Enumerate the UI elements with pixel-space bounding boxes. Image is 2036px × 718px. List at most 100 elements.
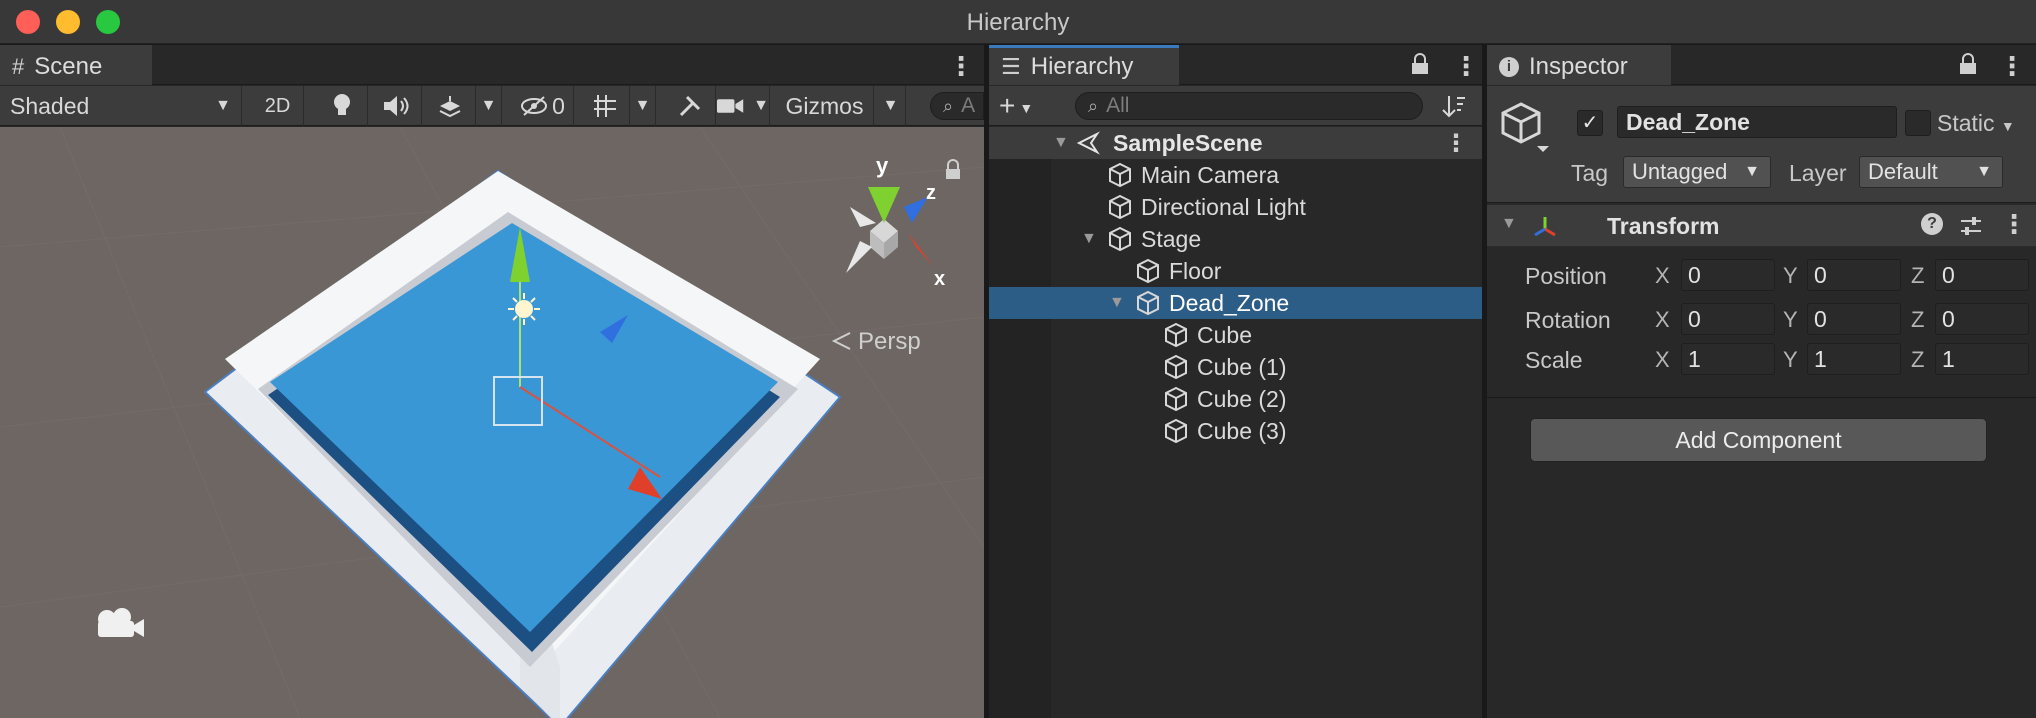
hidden-objects-toggle[interactable]: 0 <box>512 86 574 126</box>
effects-toggle-button[interactable] <box>424 86 476 126</box>
axis-x-label[interactable]: X <box>1655 347 1670 373</box>
expand-triangle-icon[interactable]: ▼ <box>1081 230 1097 248</box>
lock-icon[interactable] <box>1957 52 1979 76</box>
scene-more-menu-icon[interactable]: ⋮ <box>1444 129 1468 158</box>
gizmo-lock-icon[interactable] <box>946 159 960 179</box>
orient-x-cone-icon[interactable] <box>908 233 934 267</box>
inspector-panel: i Inspector ⋮ ✓ Dead_Zone Static ▼ Tag U… <box>1487 45 2036 718</box>
static-dropdown[interactable]: Static ▼ <box>1937 110 2015 137</box>
layers-icon <box>439 96 460 118</box>
field-value: 1 <box>1814 345 1827 372</box>
tag-dropdown[interactable]: Untagged ▼ <box>1623 156 1771 188</box>
axis-y-label[interactable]: Y <box>1783 307 1798 333</box>
hierarchy-more-menu-icon[interactable]: ⋮ <box>1453 51 1479 82</box>
camera-settings-button[interactable]: ▼ <box>716 86 770 126</box>
help-icon[interactable]: ? <box>1921 213 1943 235</box>
sort-order-icon[interactable] <box>1441 94 1467 120</box>
chevron-down-icon: ▼ <box>882 97 899 114</box>
shading-mode-dropdown[interactable]: Shaded ▼ <box>0 86 242 126</box>
scale-x-field[interactable]: 1 <box>1681 343 1775 375</box>
scene-row[interactable]: ▼ SampleScene ⋮ <box>989 127 1482 159</box>
collapse-triangle-icon[interactable]: ▼ <box>1501 215 1517 233</box>
axis-x-label[interactable]: X <box>1655 263 1670 289</box>
axis-y-label[interactable]: Y <box>1783 347 1798 373</box>
expand-triangle-icon[interactable]: ▼ <box>1053 134 1069 152</box>
transform-component-header[interactable]: ▼ Transform ? ⋮ <box>1487 205 2036 247</box>
scene-more-menu-icon[interactable]: ⋮ <box>948 51 974 82</box>
transform-property-label: Position <box>1525 263 1607 289</box>
gizmos-dropdown[interactable]: ▼ <box>876 86 906 126</box>
tab-scene[interactable]: # Scene <box>0 45 152 85</box>
scene-viewport[interactable]: y z x Persp <box>0 127 984 718</box>
component-more-menu-icon[interactable]: ⋮ <box>2001 209 2027 240</box>
hierarchy-item[interactable]: Main Camera <box>989 159 1482 191</box>
hierarchy-item[interactable]: ▼ Stage <box>989 223 1482 255</box>
layer-dropdown[interactable]: Default ▼ <box>1859 156 2003 188</box>
transform-property-label: Scale <box>1525 347 1583 373</box>
hierarchy-search-input[interactable]: ⌕ All <box>1075 92 1423 120</box>
chevron-down-icon: ▼ <box>753 97 769 114</box>
field-value: 0 <box>1942 261 1955 288</box>
position-z-field[interactable]: 0 <box>1935 259 2029 291</box>
hierarchy-item[interactable]: Floor <box>989 255 1482 287</box>
hierarchy-item-label: Stage <box>1141 225 1202 252</box>
inspector-more-menu-icon[interactable]: ⋮ <box>1999 51 2025 82</box>
hierarchy-item[interactable]: Cube (1) <box>989 351 1482 383</box>
tab-inspector[interactable]: i Inspector <box>1487 45 1671 85</box>
active-checkbox[interactable]: ✓ <box>1577 110 1603 136</box>
lock-icon[interactable] <box>1409 52 1431 76</box>
axis-z-label[interactable]: Z <box>1911 347 1924 373</box>
position-x-field[interactable]: 0 <box>1681 259 1775 291</box>
main-camera-scene-icon[interactable] <box>98 608 144 637</box>
hierarchy-item-label: Cube (2) <box>1197 385 1287 412</box>
hierarchy-item[interactable]: Directional Light <box>989 191 1482 223</box>
scene-toolbar: Shaded ▼ 2D ▼ 0 ▼ ▼ Gizmos ▼ ⌕ A <box>0 86 984 126</box>
hierarchy-item[interactable]: Cube (2) <box>989 383 1482 415</box>
orient-z-cone-icon[interactable] <box>904 197 928 223</box>
wrench-icon <box>679 95 700 117</box>
scene-search-placeholder: A <box>961 94 976 117</box>
hidden-count: 0 <box>552 92 565 119</box>
position-y-field[interactable]: 0 <box>1807 259 1901 291</box>
axis-x-label[interactable]: X <box>1655 307 1670 333</box>
axis-z-label[interactable]: Z <box>1911 263 1924 289</box>
audio-toggle-button[interactable] <box>370 86 422 126</box>
rotation-z-field[interactable]: 0 <box>1935 303 2029 335</box>
tools-toggle-button[interactable] <box>664 86 716 126</box>
hierarchy-item[interactable]: Cube (3) <box>989 415 1482 447</box>
expand-triangle-icon[interactable]: ▼ <box>1109 294 1125 312</box>
rotation-x-field[interactable]: 0 <box>1681 303 1775 335</box>
scale-z-field[interactable]: 1 <box>1935 343 2029 375</box>
grid-toggle-button[interactable] <box>580 86 630 126</box>
hierarchy-search-placeholder: All <box>1106 94 1130 117</box>
orient-y-cone-icon[interactable] <box>868 187 900 223</box>
scale-y-field[interactable]: 1 <box>1807 343 1901 375</box>
tag-label: Tag <box>1571 160 1609 186</box>
chevron-down-icon: ▼ <box>634 97 651 114</box>
object-name-field[interactable]: Dead_Zone <box>1617 106 1897 138</box>
grid-dropdown[interactable]: ▼ <box>630 86 656 126</box>
tab-hierarchy[interactable]: ☰ Hierarchy <box>989 45 1179 85</box>
lighting-toggle-button[interactable] <box>316 86 368 126</box>
add-component-button[interactable]: Add Component <box>1530 418 1987 462</box>
field-value: 0 <box>1814 305 1827 332</box>
scene-canvas[interactable]: y z x Persp <box>0 127 984 718</box>
scene-search-input[interactable]: ⌕ A <box>930 92 984 120</box>
2d-toggle-button[interactable]: 2D <box>252 86 304 126</box>
gameobject-cube-icon[interactable] <box>1499 100 1551 154</box>
static-checkbox[interactable] <box>1905 110 1931 136</box>
axis-z-label[interactable]: Z <box>1911 307 1924 333</box>
presets-sliders-icon[interactable] <box>1959 214 1983 238</box>
gizmos-button[interactable]: Gizmos <box>776 86 874 126</box>
effects-dropdown[interactable]: ▼ <box>476 86 502 126</box>
field-value: 0 <box>1942 305 1955 332</box>
rotation-y-field[interactable]: 0 <box>1807 303 1901 335</box>
list-icon: ☰ <box>1001 53 1021 79</box>
hierarchy-item[interactable]: Cube <box>989 319 1482 351</box>
hierarchy-item[interactable]: ▼ Dead_Zone <box>989 287 1482 319</box>
create-add-button[interactable]: + ▼ <box>999 90 1033 122</box>
object-name-value: Dead_Zone <box>1626 108 1750 135</box>
chevron-down-icon: ▼ <box>480 97 497 114</box>
axis-y-label[interactable]: Y <box>1783 263 1798 289</box>
orientation-gizmo[interactable]: y z x <box>846 153 945 290</box>
